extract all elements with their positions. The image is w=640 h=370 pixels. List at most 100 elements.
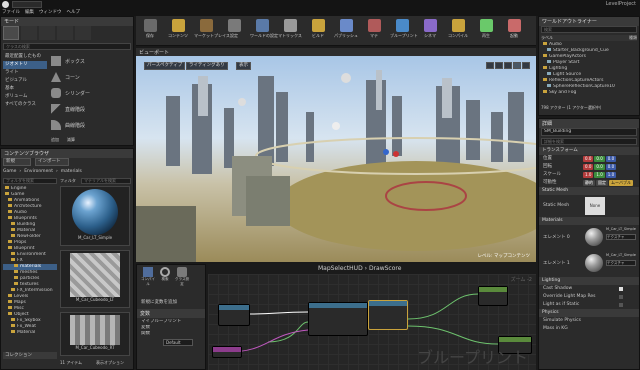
toolbar-button[interactable]: マーケットプレイス — [194, 18, 230, 44]
category-basic[interactable]: 基本 — [3, 85, 47, 93]
material-sphere-icon[interactable] — [585, 254, 603, 272]
location-x-field[interactable]: 0.0 — [583, 156, 594, 162]
category-visual[interactable]: ビジュアル — [3, 77, 47, 85]
toolbar-button[interactable]: マトリックス — [278, 18, 302, 44]
outliner-row[interactable]: Sky and Fog — [541, 90, 637, 96]
compile-button[interactable]: コンパイル — [141, 267, 155, 287]
subtractive-radio[interactable]: 減算 — [67, 137, 75, 143]
toolbar-button[interactable]: 起動 — [502, 18, 526, 44]
scale-y-field[interactable]: 1.0 — [594, 172, 605, 178]
toolbar-button[interactable]: ワールドの設定 — [250, 18, 278, 44]
menu-help[interactable]: ヘルプ — [67, 9, 81, 15]
toolbar-button[interactable]: マテ — [362, 18, 386, 44]
toolbar-button[interactable]: シネマ — [418, 18, 442, 44]
collections-header[interactable]: コレクション — [3, 352, 57, 359]
physics-section-header[interactable]: Physics — [539, 309, 639, 317]
scale-tool-icon[interactable] — [504, 62, 512, 69]
toolbar-button[interactable]: コンテンツ — [166, 18, 190, 44]
maximize-icon[interactable] — [522, 62, 530, 69]
filter-button[interactable]: フィルタ — [60, 178, 80, 184]
foliage-mode-icon[interactable] — [57, 26, 73, 40]
lighting-mode-button[interactable]: ライティングあり — [186, 62, 228, 70]
place-mode-icon[interactable] — [3, 26, 19, 40]
landscape-mode-icon[interactable] — [39, 26, 55, 40]
folder-tree-item[interactable]: Material — [3, 330, 57, 336]
material-select[interactable]: テクスチャ — [606, 260, 636, 266]
rotation-y-field[interactable]: 0.0 — [594, 164, 605, 170]
geometry-mode-icon[interactable] — [75, 26, 91, 40]
graph-node[interactable] — [218, 304, 250, 326]
search-button[interactable]: 検索 — [158, 267, 172, 287]
menu-file[interactable]: ファイル — [2, 9, 20, 15]
rotation-z-field[interactable]: 0.0 — [605, 164, 617, 170]
rotation-x-field[interactable]: 0.0 — [583, 164, 594, 170]
asset-curved-stair[interactable]: 曲線階段 — [51, 117, 131, 133]
import-button[interactable]: インポート — [35, 158, 69, 166]
graph-node[interactable] — [368, 300, 408, 330]
toolbar-button[interactable]: コンパイル — [446, 18, 470, 44]
menu-edit[interactable]: 編集 — [25, 9, 34, 15]
add-new-button[interactable]: 新規 — [3, 158, 31, 166]
add-variable-button[interactable]: 新規に変数を追加 — [141, 299, 177, 305]
asset-tile[interactable]: M_Car_Cubeodo_RT — [60, 312, 130, 356]
static-mesh-section-header[interactable]: Static Mesh — [539, 187, 639, 195]
asset-cone[interactable]: コーン — [51, 69, 131, 85]
materials-section-header[interactable]: Materials — [539, 217, 639, 225]
actor-name-field[interactable]: SM_Building — [541, 128, 637, 136]
checkbox[interactable] — [619, 287, 623, 291]
graph-node[interactable] — [478, 286, 508, 306]
perspective-button[interactable]: パースペクティブ — [144, 62, 186, 70]
scale-z-field[interactable]: 1.0 — [605, 172, 617, 178]
viewport[interactable]: ビューポート パースペクティブ ライティングあり 表示 レベル: マップコンテン… — [136, 48, 536, 262]
class-settings-button[interactable]: クラス設定 — [175, 267, 189, 287]
asset-linear-stair[interactable]: 直線階段 — [51, 101, 131, 117]
outliner-search-input[interactable]: 検索 — [541, 26, 637, 33]
location-z-field[interactable]: 0.0 — [605, 156, 617, 162]
scale-x-field[interactable]: 1.0 — [583, 172, 594, 178]
scene-view[interactable] — [136, 56, 536, 262]
toolbar-button[interactable]: 設定 — [222, 18, 246, 44]
asset-search-input[interactable]: マテリアルを検索 — [81, 178, 131, 184]
class-search-input[interactable]: クラスの検索 — [3, 43, 131, 50]
checkbox[interactable] — [619, 303, 623, 307]
asset-tile[interactable]: M_Car_Cubeodo_LT — [60, 250, 130, 308]
location-y-field[interactable]: 0.0 — [594, 156, 605, 162]
checkbox[interactable] — [619, 295, 623, 299]
category-all-classes[interactable]: すべてのクラス — [3, 101, 47, 109]
paint-mode-icon[interactable] — [21, 26, 37, 40]
category-recent[interactable]: 最近配置したもの — [3, 53, 47, 61]
show-button[interactable]: 表示 — [236, 62, 251, 70]
graph-node[interactable] — [308, 302, 368, 336]
lighting-section-header[interactable]: Lighting — [539, 277, 639, 285]
list-item[interactable]: 関数 — [139, 331, 205, 337]
material-select[interactable]: テクスチャ — [606, 234, 636, 240]
breadcrumb-materials[interactable]: materials — [61, 168, 82, 176]
toolbar-button[interactable]: ブループリント — [390, 18, 418, 44]
toolbar-button[interactable]: 保存 — [138, 18, 162, 44]
category-volumes[interactable]: ボリューム — [3, 93, 47, 101]
asset-cylinder[interactable]: シリンダー — [51, 85, 131, 101]
grid-snap-icon[interactable] — [513, 62, 521, 69]
asset-tile[interactable]: M_Car_LT_Simple — [60, 186, 130, 246]
folder-search-input[interactable]: フォルダを検索 — [3, 178, 57, 184]
breadcrumb-game[interactable]: Game — [3, 168, 16, 176]
menu-window[interactable]: ウィンドウ — [39, 9, 62, 15]
asset-box[interactable]: ボックス — [51, 53, 131, 69]
view-options-button[interactable]: 表示オプション — [96, 360, 124, 366]
mobility-static[interactable]: 静的 — [583, 180, 595, 186]
material-sphere-icon[interactable] — [585, 228, 603, 246]
additive-radio[interactable]: 追加 — [51, 137, 59, 143]
engine-logo-icon[interactable] — [2, 1, 9, 8]
details-search-input[interactable]: 詳細を検索 — [541, 138, 637, 145]
default-value-select[interactable]: Default — [163, 339, 193, 346]
graph-node[interactable] — [212, 346, 242, 358]
mobility-movable[interactable]: ムーバブル — [609, 180, 633, 186]
rotate-tool-icon[interactable] — [495, 62, 503, 69]
category-lights[interactable]: ライト — [3, 69, 47, 77]
toolbar-button[interactable]: 再生 — [474, 18, 498, 44]
category-geometry[interactable]: ジオメトリ — [3, 61, 47, 69]
blueprint-graph[interactable]: MapSelectHUD › DrawScore ズーム -2 ブループリント — [208, 264, 536, 370]
mobility-stationary[interactable]: 固定 — [596, 180, 608, 186]
translate-tool-icon[interactable] — [486, 62, 494, 69]
toolbar-button[interactable]: ビルド — [306, 18, 330, 44]
